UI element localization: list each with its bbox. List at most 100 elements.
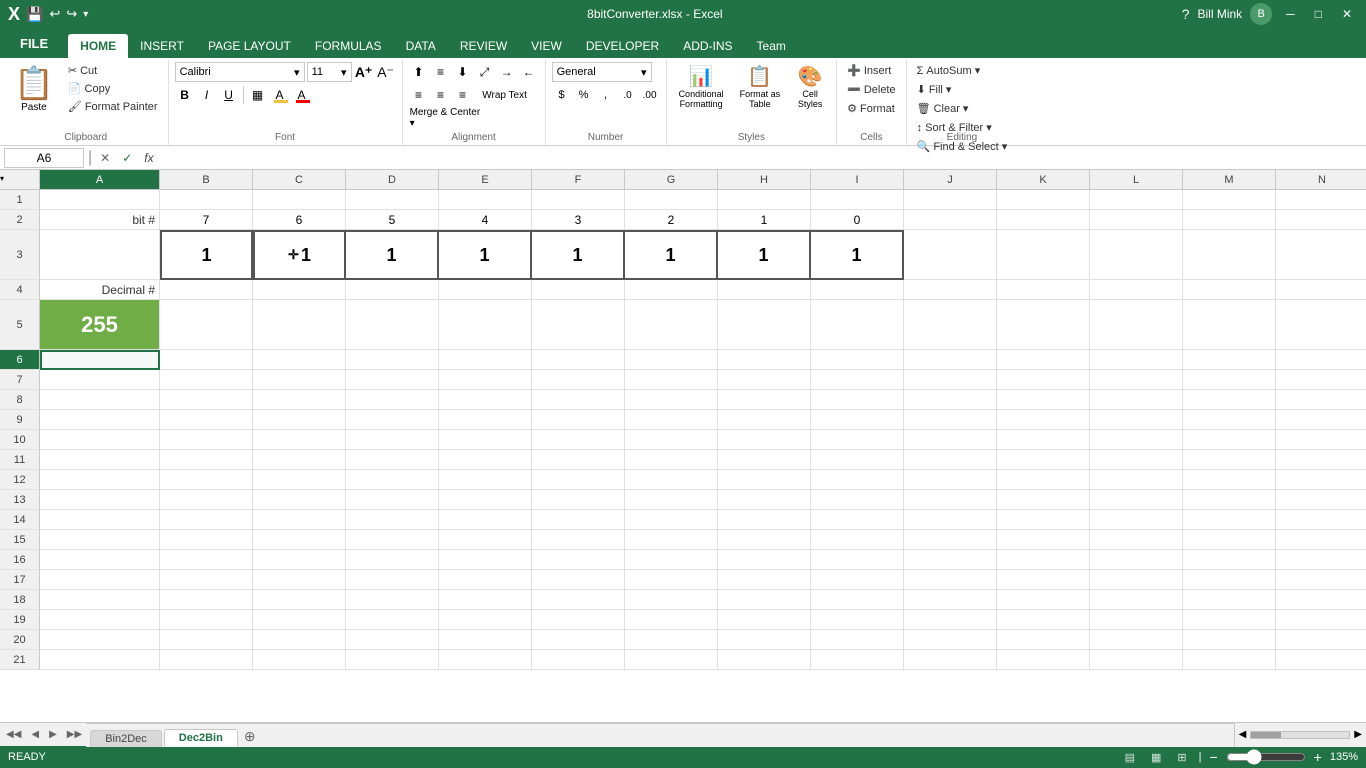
tab-page-layout[interactable]: PAGE LAYOUT [196, 34, 303, 58]
cell-f18[interactable] [532, 590, 625, 610]
cell-f20[interactable] [532, 630, 625, 650]
cell-m18[interactable] [1183, 590, 1276, 610]
cell-h21[interactable] [718, 650, 811, 670]
cell-c16[interactable] [253, 550, 346, 570]
cell-b4[interactable] [160, 280, 253, 300]
cell-k14[interactable] [997, 510, 1090, 530]
add-sheet-button[interactable]: ⊕ [240, 727, 260, 747]
cell-j11[interactable] [904, 450, 997, 470]
cell-b16[interactable] [160, 550, 253, 570]
cell-k15[interactable] [997, 530, 1090, 550]
cell-n13[interactable] [1276, 490, 1366, 510]
cell-g2[interactable]: 2 [625, 210, 718, 230]
cell-c20[interactable] [253, 630, 346, 650]
cell-d13[interactable] [346, 490, 439, 510]
cell-i6[interactable] [811, 350, 904, 370]
help-icon[interactable]: ? [1182, 6, 1190, 22]
cell-c1[interactable] [253, 190, 346, 210]
cell-h11[interactable] [718, 450, 811, 470]
cell-h18[interactable] [718, 590, 811, 610]
cell-b9[interactable] [160, 410, 253, 430]
cell-i18[interactable] [811, 590, 904, 610]
cell-m5[interactable] [1183, 300, 1276, 350]
insert-function-button[interactable]: fx [140, 151, 157, 165]
autosum-button[interactable]: Σ AutoSum ▾ [913, 62, 985, 79]
align-top-button[interactable]: ⬆ [409, 62, 429, 82]
wrap-text-button[interactable]: Wrap Text [475, 85, 535, 105]
align-right-button[interactable]: ≡ [453, 85, 473, 105]
cell-i8[interactable] [811, 390, 904, 410]
cell-c5[interactable] [253, 300, 346, 350]
cell-m1[interactable] [1183, 190, 1276, 210]
col-header-j[interactable]: J [904, 170, 997, 189]
cell-i10[interactable] [811, 430, 904, 450]
tab-data[interactable]: DATA [394, 34, 448, 58]
cell-l12[interactable] [1090, 470, 1183, 490]
cell-h19[interactable] [718, 610, 811, 630]
cell-d19[interactable] [346, 610, 439, 630]
cell-l3[interactable] [1090, 230, 1183, 280]
cell-e20[interactable] [439, 630, 532, 650]
cell-n18[interactable] [1276, 590, 1366, 610]
zoom-slider[interactable] [1226, 749, 1306, 765]
cell-g6[interactable] [625, 350, 718, 370]
comma-button[interactable]: , [596, 85, 616, 105]
minimize-btn[interactable]: ─ [1280, 7, 1301, 21]
cell-f16[interactable] [532, 550, 625, 570]
cell-n4[interactable] [1276, 280, 1366, 300]
page-break-view-button[interactable]: ⊞ [1173, 749, 1190, 766]
cell-l9[interactable] [1090, 410, 1183, 430]
font-color-button[interactable]: A [292, 85, 312, 105]
cell-i13[interactable] [811, 490, 904, 510]
cell-k9[interactable] [997, 410, 1090, 430]
cell-k10[interactable] [997, 430, 1090, 450]
font-grow-button[interactable]: A⁺ [354, 62, 374, 82]
conditional-formatting-button[interactable]: 📊 ConditionalFormatting [673, 62, 730, 111]
cell-h5[interactable] [718, 300, 811, 350]
cell-n1[interactable] [1276, 190, 1366, 210]
cell-l17[interactable] [1090, 570, 1183, 590]
col-header-a[interactable]: A [40, 170, 160, 189]
cell-n6[interactable] [1276, 350, 1366, 370]
cell-d7[interactable] [346, 370, 439, 390]
col-header-g[interactable]: G [625, 170, 718, 189]
tab-scroll-prev[interactable]: ◀ [27, 729, 43, 740]
cell-m16[interactable] [1183, 550, 1276, 570]
orient-button[interactable]: ⤢ [475, 62, 495, 82]
percent-button[interactable]: % [574, 85, 594, 105]
col-header-e[interactable]: E [439, 170, 532, 189]
cell-g19[interactable] [625, 610, 718, 630]
cell-i11[interactable] [811, 450, 904, 470]
cell-a16[interactable] [40, 550, 160, 570]
cell-n12[interactable] [1276, 470, 1366, 490]
cell-b8[interactable] [160, 390, 253, 410]
tab-view[interactable]: VIEW [519, 34, 574, 58]
cell-i7[interactable] [811, 370, 904, 390]
cell-m3[interactable] [1183, 230, 1276, 280]
row-header-6[interactable]: 6 [0, 350, 40, 370]
cell-f1[interactable] [532, 190, 625, 210]
tab-scroll-next[interactable]: ▶ [45, 729, 61, 740]
qat-dropdown[interactable]: ▾ [83, 9, 88, 20]
cell-m20[interactable] [1183, 630, 1276, 650]
font-size-dropdown[interactable]: 11 ▾ [307, 62, 352, 82]
cell-j17[interactable] [904, 570, 997, 590]
underline-button[interactable]: U [219, 85, 239, 105]
row-header-15[interactable]: 15 [0, 530, 40, 550]
cell-j6[interactable] [904, 350, 997, 370]
cell-f3[interactable]: 1 [532, 230, 625, 280]
cell-c9[interactable] [253, 410, 346, 430]
cell-k7[interactable] [997, 370, 1090, 390]
decimal-inc-button[interactable]: .0 [618, 85, 638, 105]
cell-e10[interactable] [439, 430, 532, 450]
font-shrink-button[interactable]: A⁻ [376, 62, 396, 82]
cell-c12[interactable] [253, 470, 346, 490]
cell-f12[interactable] [532, 470, 625, 490]
cell-e6[interactable] [439, 350, 532, 370]
col-header-m[interactable]: M [1183, 170, 1276, 189]
cell-a1[interactable] [40, 190, 160, 210]
cell-l21[interactable] [1090, 650, 1183, 670]
cell-g20[interactable] [625, 630, 718, 650]
cell-a8[interactable] [40, 390, 160, 410]
font-name-dropdown[interactable]: Calibri ▾ [175, 62, 305, 82]
